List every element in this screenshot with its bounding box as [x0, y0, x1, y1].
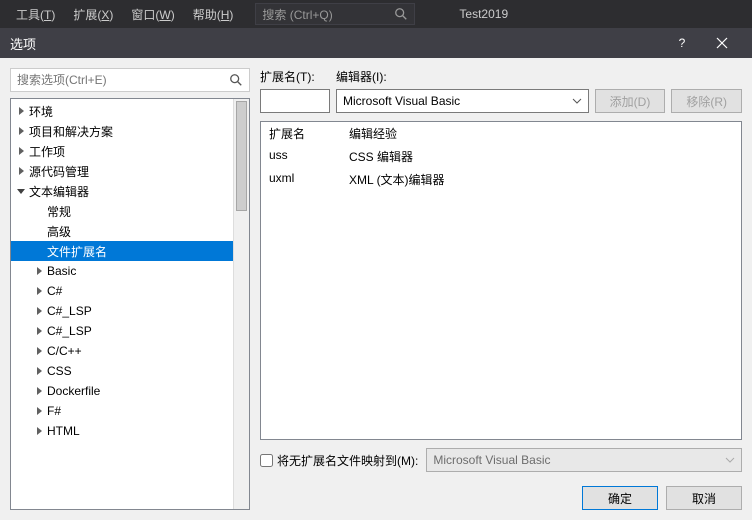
- chevron-right-icon[interactable]: [33, 285, 45, 297]
- tree-item[interactable]: CSS: [11, 361, 233, 381]
- tree-spacer: [33, 205, 45, 217]
- tree-spacer: [33, 225, 45, 237]
- tree-item[interactable]: Dockerfile: [11, 381, 233, 401]
- chevron-right-icon[interactable]: [33, 265, 45, 277]
- tree-item-label: 项目和解决方案: [29, 123, 113, 140]
- tree-item[interactable]: 文本编辑器: [11, 181, 233, 201]
- tree-item[interactable]: 源代码管理: [11, 161, 233, 181]
- chevron-right-icon[interactable]: [33, 385, 45, 397]
- chevron-right-icon[interactable]: [33, 405, 45, 417]
- dialog-title: 选项: [10, 34, 662, 53]
- tree-item-label: F#: [47, 404, 61, 418]
- chevron-right-icon[interactable]: [33, 345, 45, 357]
- chevron-right-icon[interactable]: [33, 305, 45, 317]
- chevron-right-icon[interactable]: [33, 425, 45, 437]
- table-header: 扩展名: [261, 122, 341, 145]
- extension-table[interactable]: 扩展名编辑经验ussCSS 编辑器uxmlXML (文本)编辑器: [260, 121, 742, 440]
- map-checkbox[interactable]: [260, 454, 273, 467]
- tree-item-label: C/C++: [47, 344, 82, 358]
- map-select-value: Microsoft Visual Basic: [433, 453, 550, 467]
- tree-item-label: 文件扩展名: [47, 243, 107, 260]
- tree-item-label: 文本编辑器: [29, 183, 89, 200]
- tree-item[interactable]: 高级: [11, 221, 233, 241]
- options-tree[interactable]: 环境项目和解决方案工作项源代码管理文本编辑器常规高级文件扩展名 Basic C# C#…: [11, 99, 233, 509]
- tree-item-label: 源代码管理: [29, 163, 89, 180]
- cancel-button[interactable]: 取消: [666, 486, 742, 510]
- chevron-down-icon: [725, 455, 735, 465]
- chevron-right-icon[interactable]: [15, 145, 27, 157]
- editor-select[interactable]: Microsoft Visual Basic: [336, 89, 589, 113]
- map-checkbox-wrap[interactable]: 将无扩展名文件映射到(M):: [260, 452, 418, 469]
- extension-input[interactable]: [260, 89, 330, 113]
- chevron-down-icon[interactable]: [15, 185, 27, 197]
- scrollbar[interactable]: [233, 99, 249, 509]
- tree-item[interactable]: 项目和解决方案: [11, 121, 233, 141]
- tree-item-label: 常规: [47, 203, 71, 220]
- tree-item[interactable]: C#_LSP: [11, 321, 233, 341]
- dialog-body: 环境项目和解决方案工作项源代码管理文本编辑器常规高级文件扩展名 Basic C# C#…: [0, 58, 752, 520]
- tree-item-label: 高级: [47, 223, 71, 240]
- close-icon: [716, 37, 728, 49]
- tree-item[interactable]: 文件扩展名: [11, 241, 233, 261]
- chevron-right-icon[interactable]: [33, 325, 45, 337]
- left-pane: 环境项目和解决方案工作项源代码管理文本编辑器常规高级文件扩展名 Basic C# C#…: [10, 68, 250, 510]
- menu-extensions[interactable]: 扩展(X): [65, 2, 121, 27]
- tree-item-label: CSS: [47, 364, 72, 378]
- search-icon: [229, 73, 243, 87]
- map-checkbox-label: 将无扩展名文件映射到(M):: [277, 452, 418, 469]
- close-button[interactable]: [702, 28, 742, 58]
- table-cell[interactable]: uss: [261, 145, 341, 168]
- chevron-right-icon[interactable]: [15, 105, 27, 117]
- extension-label: 扩展名(T):: [260, 68, 330, 85]
- right-pane: 扩展名(T): 编辑器(I): Microsoft Visual Basic 添…: [260, 68, 742, 510]
- tree-container: 环境项目和解决方案工作项源代码管理文本编辑器常规高级文件扩展名 Basic C# C#…: [10, 98, 250, 510]
- tree-spacer: [33, 245, 45, 257]
- tree-item[interactable]: 工作项: [11, 141, 233, 161]
- help-button[interactable]: ?: [662, 28, 702, 58]
- map-select: Microsoft Visual Basic: [426, 448, 742, 472]
- table-header: 编辑经验: [341, 122, 741, 145]
- tree-item-label: HTML: [47, 424, 80, 438]
- chevron-down-icon: [572, 96, 582, 106]
- remove-button[interactable]: 移除(R): [671, 89, 742, 113]
- tree-item[interactable]: 常规: [11, 201, 233, 221]
- editor-label: 编辑器(I):: [336, 68, 387, 85]
- options-search-input[interactable]: [17, 73, 229, 87]
- tree-item[interactable]: 环境: [11, 101, 233, 121]
- tree-item-label: Dockerfile: [47, 384, 100, 398]
- tree-item-label: 工作项: [29, 143, 65, 160]
- editor-select-value: Microsoft Visual Basic: [343, 94, 460, 108]
- tree-item-label: C#: [47, 284, 62, 298]
- document-tab[interactable]: Test2019: [447, 3, 520, 25]
- tree-item[interactable]: HTML: [11, 421, 233, 441]
- tree-item-label: 环境: [29, 103, 53, 120]
- tree-item[interactable]: C/C++: [11, 341, 233, 361]
- tree-item[interactable]: Basic: [11, 261, 233, 281]
- chevron-right-icon[interactable]: [33, 365, 45, 377]
- global-search-input[interactable]: 搜索 (Ctrl+Q): [255, 3, 415, 25]
- tree-item-label: C#_LSP: [47, 324, 92, 338]
- chevron-right-icon[interactable]: [15, 125, 27, 137]
- add-button[interactable]: 添加(D): [595, 89, 666, 113]
- tree-item[interactable]: C#_LSP: [11, 301, 233, 321]
- scrollbar-thumb[interactable]: [236, 101, 247, 211]
- dialog-footer: 确定 取消: [260, 486, 742, 510]
- ok-button[interactable]: 确定: [582, 486, 658, 510]
- tree-item[interactable]: C#: [11, 281, 233, 301]
- chevron-right-icon[interactable]: [15, 165, 27, 177]
- options-search[interactable]: [10, 68, 250, 92]
- dialog-titlebar: 选项 ?: [0, 28, 752, 58]
- tree-item-label: C#_LSP: [47, 304, 92, 318]
- menubar: 工具(T) 扩展(X) 窗口(W) 帮助(H) 搜索 (Ctrl+Q) Test…: [0, 0, 752, 28]
- menu-window[interactable]: 窗口(W): [123, 2, 182, 27]
- tree-item-label: Basic: [47, 264, 76, 278]
- search-icon: [394, 7, 408, 21]
- menu-help[interactable]: 帮助(H): [185, 2, 242, 27]
- tree-item[interactable]: F#: [11, 401, 233, 421]
- table-cell[interactable]: uxml: [261, 168, 341, 191]
- table-cell[interactable]: CSS 编辑器: [341, 145, 741, 168]
- table-cell[interactable]: XML (文本)编辑器: [341, 168, 741, 191]
- menu-tools[interactable]: 工具(T): [8, 2, 63, 27]
